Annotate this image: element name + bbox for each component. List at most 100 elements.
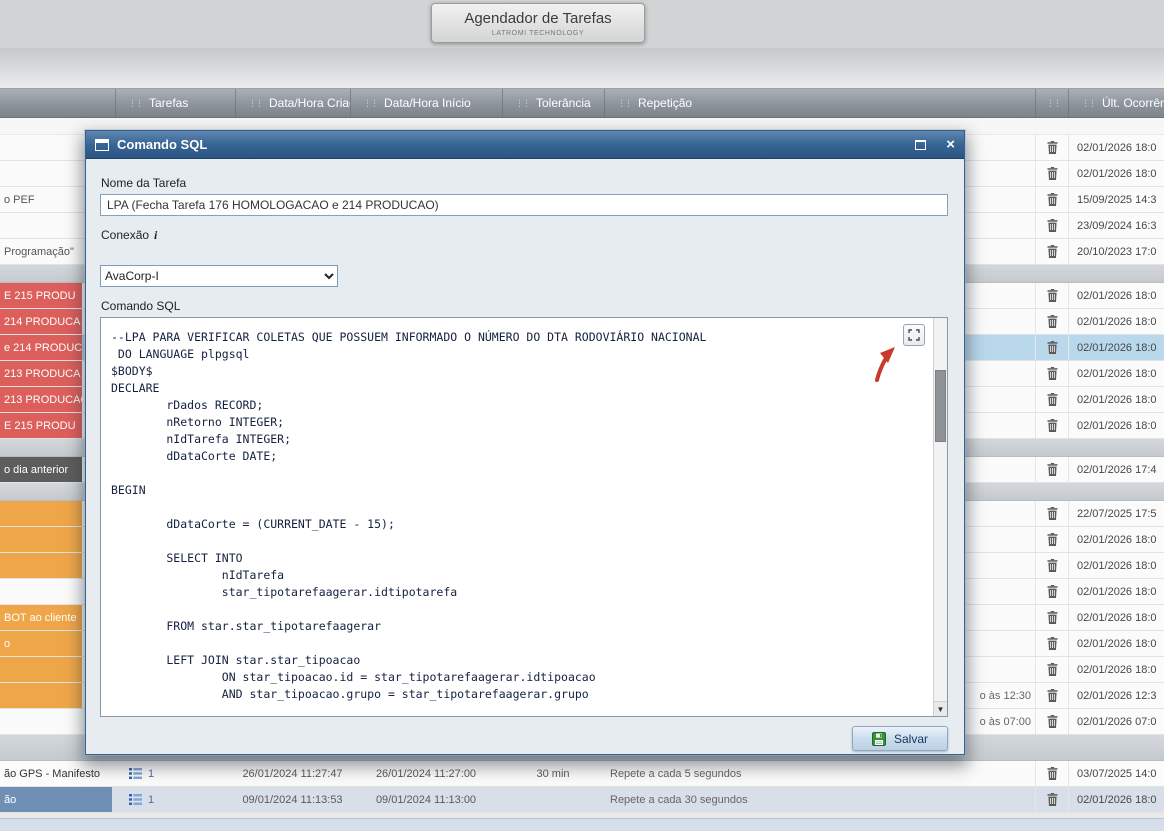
delete-icon[interactable] xyxy=(1047,167,1058,180)
delete-icon[interactable] xyxy=(1047,559,1058,572)
window-icon xyxy=(95,139,109,151)
column-grip-icon: ⋮⋮ xyxy=(1046,98,1060,109)
delete-icon[interactable] xyxy=(1047,689,1058,702)
actions-cell xyxy=(1035,527,1068,552)
actions-cell xyxy=(1035,761,1068,786)
delete-icon[interactable] xyxy=(1047,367,1058,380)
delete-icon[interactable] xyxy=(1047,793,1058,806)
close-icon[interactable]: × xyxy=(946,137,955,152)
info-icon: i xyxy=(154,228,157,242)
app-title-box: Agendador de Tarefas LATROMI TECHNOLOGY xyxy=(431,3,645,43)
delete-icon[interactable] xyxy=(1047,341,1058,354)
creation-datetime-cell: 09/01/2024 11:13:53 xyxy=(235,787,350,812)
save-disk-icon xyxy=(872,732,886,746)
sql-code[interactable]: --LPA PARA VERIFICAR COLETAS QUE POSSUEM… xyxy=(101,318,947,703)
repetition-cell: Repete a cada 30 segundos xyxy=(604,787,1035,812)
save-button[interactable]: Salvar xyxy=(852,726,948,751)
sql-command-label: Comando SQL xyxy=(101,299,948,313)
expand-icon[interactable] xyxy=(903,324,925,346)
actions-cell xyxy=(1035,187,1068,212)
actions-cell xyxy=(1035,501,1068,526)
column-header-repeticao[interactable]: ⋮⋮ Repetição xyxy=(604,89,1035,117)
delete-icon[interactable] xyxy=(1047,315,1058,328)
column-header-inicio[interactable]: ⋮⋮ Data/Hora Início xyxy=(350,89,502,117)
connection-select[interactable]: AvaCorp-I xyxy=(100,265,338,287)
task-badge: e 214 PRODUC xyxy=(0,335,82,360)
code-scrollbar[interactable]: ▼ xyxy=(933,318,947,716)
last-occurrence-cell: 02/01/2026 18:0 xyxy=(1068,527,1164,552)
actions-cell xyxy=(1035,787,1068,812)
table-row[interactable]: ão GPS - Manifesto 1 26/01/2024 11:27:47… xyxy=(0,761,1164,787)
last-occurrence-cell: 02/01/2026 18:0 xyxy=(1068,657,1164,682)
task-scheduler-page: Agendador de Tarefas LATROMI TECHNOLOGY … xyxy=(0,0,1164,831)
delete-icon[interactable] xyxy=(1047,245,1058,258)
scroll-down-arrow[interactable]: ▼ xyxy=(934,701,947,716)
task-badge xyxy=(0,657,82,682)
task-name-input[interactable] xyxy=(100,194,948,216)
task-badge xyxy=(0,683,82,708)
delete-icon[interactable] xyxy=(1047,533,1058,546)
delete-icon[interactable] xyxy=(1047,419,1058,432)
last-occurrence-cell: 02/01/2026 18:0 xyxy=(1068,579,1164,604)
actions-cell xyxy=(1035,135,1068,160)
horizontal-scrollbar[interactable] xyxy=(0,818,1164,831)
last-occurrence-cell: 03/07/2025 14:0 xyxy=(1068,761,1164,786)
delete-icon[interactable] xyxy=(1047,507,1058,520)
task-count-cell: 1 xyxy=(115,787,235,812)
actions-cell xyxy=(1035,283,1068,308)
delete-icon[interactable] xyxy=(1047,611,1058,624)
column-header-actions[interactable]: ⋮⋮ xyxy=(1035,89,1068,117)
delete-icon[interactable] xyxy=(1047,663,1058,676)
actions-cell xyxy=(1035,361,1068,386)
delete-icon[interactable] xyxy=(1047,219,1058,232)
top-bar: Agendador de Tarefas LATROMI TECHNOLOGY xyxy=(0,0,1164,49)
actions-cell xyxy=(1035,683,1068,708)
last-occurrence-cell: 02/01/2026 18:0 xyxy=(1068,361,1164,386)
column-header-ult-ocorrencia[interactable]: ⋮⋮ Últ. Ocorrênc xyxy=(1068,89,1164,117)
column-grip-icon: ⋮⋮ xyxy=(617,98,631,109)
task-name-label: Nome da Tarefa xyxy=(101,176,948,190)
column-header-name[interactable] xyxy=(0,89,115,117)
column-grip-icon: ⋮⋮ xyxy=(515,98,529,109)
delete-icon[interactable] xyxy=(1047,463,1058,476)
dialog-title: Comando SQL xyxy=(117,137,207,152)
maximize-icon[interactable] xyxy=(915,140,926,150)
last-occurrence-cell: 02/01/2026 18:0 xyxy=(1068,335,1164,360)
last-occurrence-cell: 23/09/2024 16:3 xyxy=(1068,213,1164,238)
app-subtitle: LATROMI TECHNOLOGY xyxy=(432,30,644,37)
delete-icon[interactable] xyxy=(1047,767,1058,780)
delete-icon[interactable] xyxy=(1047,585,1058,598)
list-icon xyxy=(129,768,142,779)
column-header-tarefas[interactable]: ⋮⋮ Tarefas xyxy=(115,89,235,117)
delete-icon[interactable] xyxy=(1047,715,1058,728)
repetition-cell: Repete a cada 5 segundos xyxy=(604,761,1035,786)
start-datetime-cell: 26/01/2024 11:27:00 xyxy=(350,761,502,786)
actions-cell xyxy=(1035,213,1068,238)
actions-cell xyxy=(1035,709,1068,734)
scrollbar-thumb[interactable] xyxy=(935,370,946,442)
dialog-footer: Salvar xyxy=(100,726,948,751)
dialog-titlebar[interactable]: Comando SQL × xyxy=(86,131,964,159)
actions-cell xyxy=(1035,387,1068,412)
tolerance-cell: 30 min xyxy=(502,761,604,786)
list-icon xyxy=(129,794,142,805)
column-header-criacao[interactable]: ⋮⋮ Data/Hora Criação xyxy=(235,89,350,117)
delete-icon[interactable] xyxy=(1047,193,1058,206)
column-header-tolerancia[interactable]: ⋮⋮ Tolerância xyxy=(502,89,604,117)
sql-editor: --LPA PARA VERIFICAR COLETAS QUE POSSUEM… xyxy=(100,317,948,717)
task-badge: ão xyxy=(0,787,112,812)
task-badge: o PEF xyxy=(0,187,82,212)
delete-icon[interactable] xyxy=(1047,141,1058,154)
task-badge: E 215 PRODU xyxy=(0,413,82,438)
dialog-body: Nome da Tarefa Conexãoi AvaCorp-I Comand… xyxy=(86,159,964,751)
delete-icon[interactable] xyxy=(1047,637,1058,650)
table-row[interactable]: ão 1 09/01/2024 11:13:53 09/01/2024 11:1… xyxy=(0,787,1164,813)
last-occurrence-cell: 02/01/2026 18:0 xyxy=(1068,787,1164,812)
last-occurrence-cell: 02/01/2026 18:0 xyxy=(1068,309,1164,334)
last-occurrence-cell: 02/01/2026 18:0 xyxy=(1068,605,1164,630)
delete-icon[interactable] xyxy=(1047,393,1058,406)
task-badge: o xyxy=(0,631,82,656)
task-badge: Programação" xyxy=(0,239,82,264)
last-occurrence-cell: 02/01/2026 12:3 xyxy=(1068,683,1164,708)
delete-icon[interactable] xyxy=(1047,289,1058,302)
